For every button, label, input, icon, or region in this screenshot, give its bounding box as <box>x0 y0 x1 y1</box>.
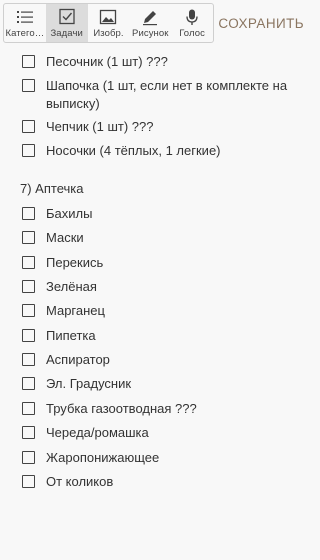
item-text[interactable]: Марганец <box>46 302 105 320</box>
item-text[interactable]: Череда/ромашка <box>46 424 149 442</box>
list-item: Шапочка (1 шт, если нет в комплекте на в… <box>0 77 315 113</box>
checkbox[interactable] <box>22 120 35 133</box>
list-item: Эл. Градусник <box>0 375 143 393</box>
image-icon <box>100 9 117 25</box>
item-text[interactable]: Перекись <box>46 254 103 272</box>
checkbox[interactable] <box>22 377 35 390</box>
list-item: Бахилы <box>0 205 104 223</box>
item-text[interactable]: Носочки (4 тёплых, 1 легкие) <box>46 142 221 160</box>
tool-image[interactable]: Изобр. <box>88 4 130 42</box>
list-item: Маски <box>0 229 96 247</box>
list-item: Песочник (1 шт) ??? <box>0 53 180 71</box>
tool-switcher: Катего… Задачи Изобр. Рисунок Голос <box>3 3 214 43</box>
tool-label: Задачи <box>50 28 83 39</box>
checkbox[interactable] <box>22 451 35 464</box>
list-item: Зелёная <box>0 278 109 296</box>
tool-label: Изобр. <box>93 28 124 39</box>
checkbox[interactable] <box>22 55 35 68</box>
item-text[interactable]: Чепчик (1 шт) ??? <box>46 118 153 136</box>
tool-voice[interactable]: Голос <box>171 4 213 42</box>
save-button[interactable]: СОХРАНИТЬ <box>218 16 304 31</box>
item-text[interactable]: Песочник (1 шт) ??? <box>46 53 168 71</box>
list-item: Марганец <box>0 302 117 320</box>
section-header[interactable]: 7) Аптечка <box>20 181 83 196</box>
tool-drawing[interactable]: Рисунок <box>129 4 171 42</box>
list-item: Чепчик (1 шт) ??? <box>0 118 165 136</box>
list-item: Носочки (4 тёплых, 1 легкие) <box>0 142 233 160</box>
list-item: Аспиратор <box>0 351 122 369</box>
list-item: Пипетка <box>0 327 108 345</box>
checkbox[interactable] <box>22 329 35 342</box>
list-item: От коликов <box>0 473 125 491</box>
microphone-icon <box>186 9 198 25</box>
checkbox[interactable] <box>22 231 35 244</box>
item-text[interactable]: Зелёная <box>46 278 97 296</box>
item-text[interactable]: Бахилы <box>46 205 92 223</box>
item-text[interactable]: Маски <box>46 229 84 247</box>
item-text[interactable]: От коликов <box>46 473 113 491</box>
checkbox[interactable] <box>22 426 35 439</box>
item-text[interactable]: Аспиратор <box>46 351 110 369</box>
list-icon <box>16 11 33 23</box>
item-text[interactable]: Трубка газоотводная ??? <box>46 400 197 418</box>
item-text[interactable]: Жаропонижающее <box>46 449 159 467</box>
checkbox[interactable] <box>22 475 35 488</box>
checkbox[interactable] <box>22 79 35 92</box>
checkbox[interactable] <box>22 353 35 366</box>
tool-categories[interactable]: Катего… <box>4 4 46 42</box>
tool-tasks[interactable]: Задачи <box>45 4 88 42</box>
toolbar: Катего… Задачи Изобр. Рисунок Голос СОХР… <box>0 0 315 46</box>
tool-label: Голос <box>179 28 205 39</box>
item-text[interactable]: Пипетка <box>46 327 96 345</box>
checkbox-icon <box>59 8 75 25</box>
list-item: Перекись <box>0 254 115 272</box>
checkbox[interactable] <box>22 207 35 220</box>
pen-icon <box>143 11 158 26</box>
list-item: Трубка газоотводная ??? <box>0 400 209 418</box>
list-item: Череда/ромашка <box>0 424 161 442</box>
list-item: Жаропонижающее <box>0 449 171 467</box>
item-text[interactable]: Шапочка (1 шт, если нет в комплекте на в… <box>46 77 303 113</box>
tool-label: Рисунок <box>132 28 169 39</box>
checkbox[interactable] <box>22 256 35 269</box>
checkbox[interactable] <box>22 402 35 415</box>
checkbox[interactable] <box>22 280 35 293</box>
checkbox[interactable] <box>22 144 35 157</box>
item-text[interactable]: Эл. Градусник <box>46 375 131 393</box>
checkbox[interactable] <box>22 304 35 317</box>
tool-label: Катего… <box>5 28 45 39</box>
